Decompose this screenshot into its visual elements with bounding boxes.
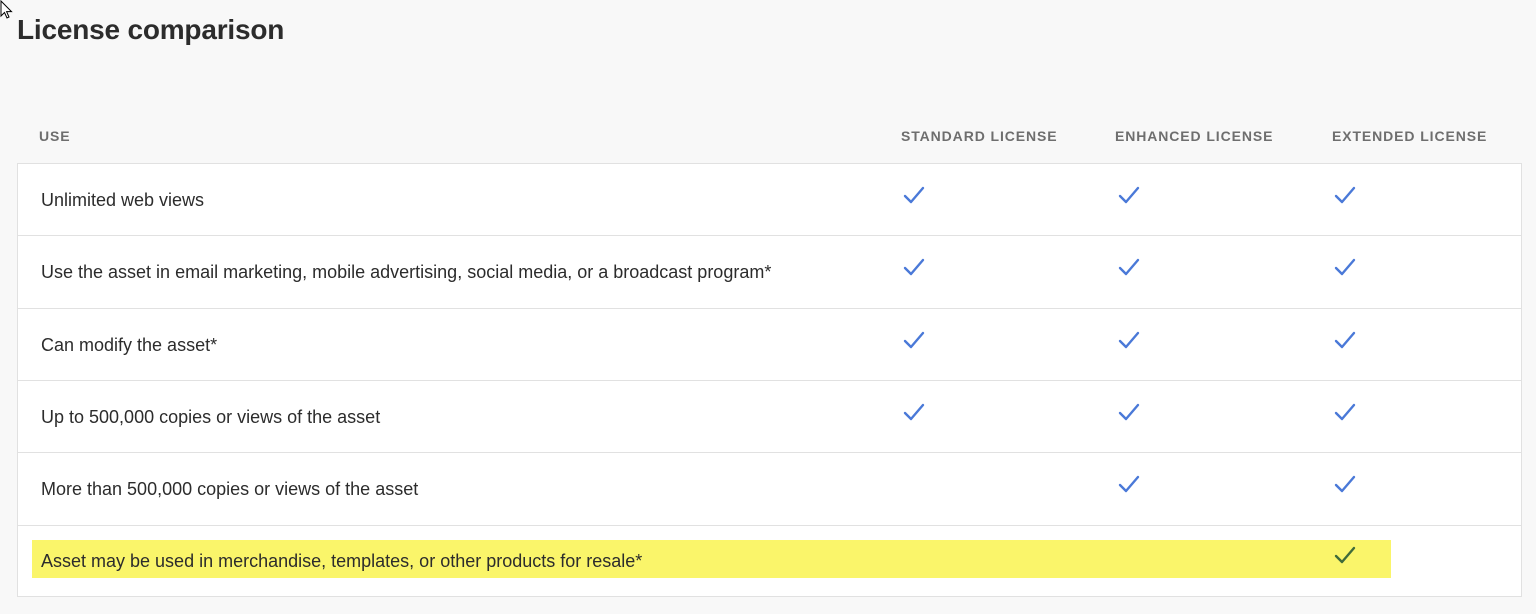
column-header-standard-license: STANDARD LICENSE [901, 128, 1058, 144]
checkmark-icon [903, 331, 925, 349]
checkmark-icon [903, 403, 925, 421]
checkmark-icon [1118, 331, 1140, 349]
checkmark-icon [903, 258, 925, 276]
checkmark-icon [1118, 403, 1140, 421]
row-label: Can modify the asset* [41, 335, 218, 355]
table-row: Can modify the asset* [18, 309, 1521, 381]
column-header-extended-license: EXTENDED LICENSE [1332, 128, 1488, 144]
row-label: Use the asset in email marketing, mobile… [41, 262, 772, 282]
page-title: License comparison [17, 14, 285, 45]
checkmark-icon [1334, 475, 1356, 493]
checkmark-icon [1334, 186, 1356, 204]
table-row: Unlimited web views [18, 164, 1521, 236]
checkmark-icon [1334, 546, 1356, 564]
checkmark-icon [1334, 258, 1356, 276]
checkmark-icon [1118, 475, 1140, 493]
mouse-pointer-icon [0, 0, 13, 19]
license-comparison-table: Unlimited web views Use the asset in emai… [17, 163, 1522, 597]
checkmark-icon [903, 186, 925, 204]
checkmark-icon [1334, 403, 1356, 421]
row-label: More than 500,000 copies or views of the… [41, 479, 419, 499]
checkmark-icon [1118, 258, 1140, 276]
table-row: Up to 500,000 copies or views of the ass… [18, 381, 1521, 453]
column-header-use: USE [39, 128, 71, 144]
column-header-enhanced-license: ENHANCED LICENSE [1115, 128, 1274, 144]
row-label: Asset may be used in merchandise, templa… [41, 551, 643, 571]
table-row: Use the asset in email marketing, mobile… [18, 236, 1521, 309]
row-label: Up to 500,000 copies or views of the ass… [41, 407, 381, 427]
checkmark-icon [1118, 186, 1140, 204]
row-label: Unlimited web views [41, 190, 205, 210]
table-row: Asset may be used in merchandise, templa… [18, 526, 1521, 597]
table-row: More than 500,000 copies or views of the… [18, 453, 1521, 526]
table-header: USE STANDARD LICENSE ENHANCED LICENSE EX… [17, 128, 1524, 152]
checkmark-icon [1334, 331, 1356, 349]
